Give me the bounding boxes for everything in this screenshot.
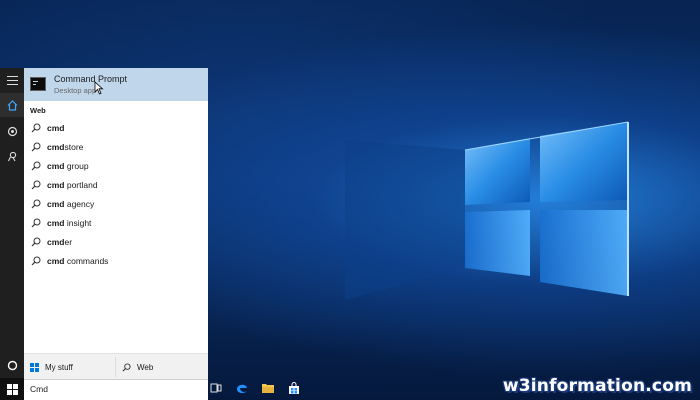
- home-icon[interactable]: [0, 93, 24, 117]
- top-result-title: Command Prompt: [54, 74, 128, 84]
- windows-start-button[interactable]: [0, 378, 24, 400]
- my-stuff-label: My stuff: [45, 362, 73, 372]
- store-icon[interactable]: [287, 381, 301, 395]
- search-icon: [31, 237, 41, 246]
- search-filter-bar: My stuff Web: [24, 353, 208, 379]
- task-view-icon[interactable]: [209, 381, 223, 395]
- taskbar-search-input[interactable]: Cmd: [24, 379, 208, 400]
- filter-divider: [115, 357, 116, 377]
- top-result-command-prompt[interactable]: Command Prompt Desktop app: [24, 68, 208, 101]
- search-icon: [31, 256, 41, 265]
- suggestion-text: cmd commands: [47, 255, 109, 266]
- my-stuff-button[interactable]: My stuff: [30, 354, 73, 380]
- suggestion-text: cmd agency: [47, 198, 95, 209]
- suggestion-text: cmder: [47, 236, 73, 247]
- web-suggestion[interactable]: cmd commands: [24, 251, 208, 270]
- suggestion-text: cmd group: [47, 160, 89, 171]
- web-suggestion[interactable]: cmdstore: [24, 137, 208, 156]
- search-icon: [31, 199, 41, 208]
- search-query-text: Cmd: [30, 384, 48, 394]
- suggestion-text: cmd: [47, 122, 65, 133]
- edge-icon[interactable]: [235, 381, 249, 395]
- cortana-circle-icon[interactable]: [0, 353, 24, 377]
- web-suggestion[interactable]: cmd group: [24, 156, 208, 175]
- windows-icon: [6, 383, 18, 395]
- hamburger-icon[interactable]: [0, 68, 24, 92]
- search-icon: [31, 123, 41, 132]
- suggestion-text: cmdstore: [47, 141, 84, 152]
- search-results-panel: Command Prompt Desktop app Web cmd cmdst…: [24, 68, 208, 353]
- search-icon: [31, 218, 41, 227]
- suggestion-text: cmd insight: [47, 217, 92, 228]
- file-explorer-icon[interactable]: [261, 381, 275, 395]
- web-suggestion[interactable]: cmd insight: [24, 213, 208, 232]
- search-icon: [31, 180, 41, 189]
- start-left-rail: [0, 68, 24, 378]
- web-suggestion[interactable]: cmd portland: [24, 175, 208, 194]
- taskbar: [207, 376, 301, 400]
- windows-icon: [30, 362, 39, 372]
- section-label-web: Web: [30, 106, 46, 115]
- search-icon: [122, 362, 131, 371]
- watermark-text: w3information.com: [502, 376, 692, 396]
- mouse-cursor-icon: [94, 81, 104, 95]
- web-button[interactable]: Web: [122, 354, 153, 380]
- command-prompt-icon: [30, 77, 46, 91]
- top-result-subtitle: Desktop app: [54, 86, 97, 95]
- search-icon: [31, 142, 41, 151]
- feedback-icon[interactable]: [0, 144, 24, 168]
- web-suggestion[interactable]: cmd: [24, 118, 208, 137]
- web-suggestion[interactable]: cmd agency: [24, 194, 208, 213]
- settings-icon[interactable]: [0, 119, 24, 143]
- suggestion-text: cmd portland: [47, 179, 98, 190]
- web-suggestion[interactable]: cmder: [24, 232, 208, 251]
- search-icon: [31, 161, 41, 170]
- web-label: Web: [137, 362, 154, 372]
